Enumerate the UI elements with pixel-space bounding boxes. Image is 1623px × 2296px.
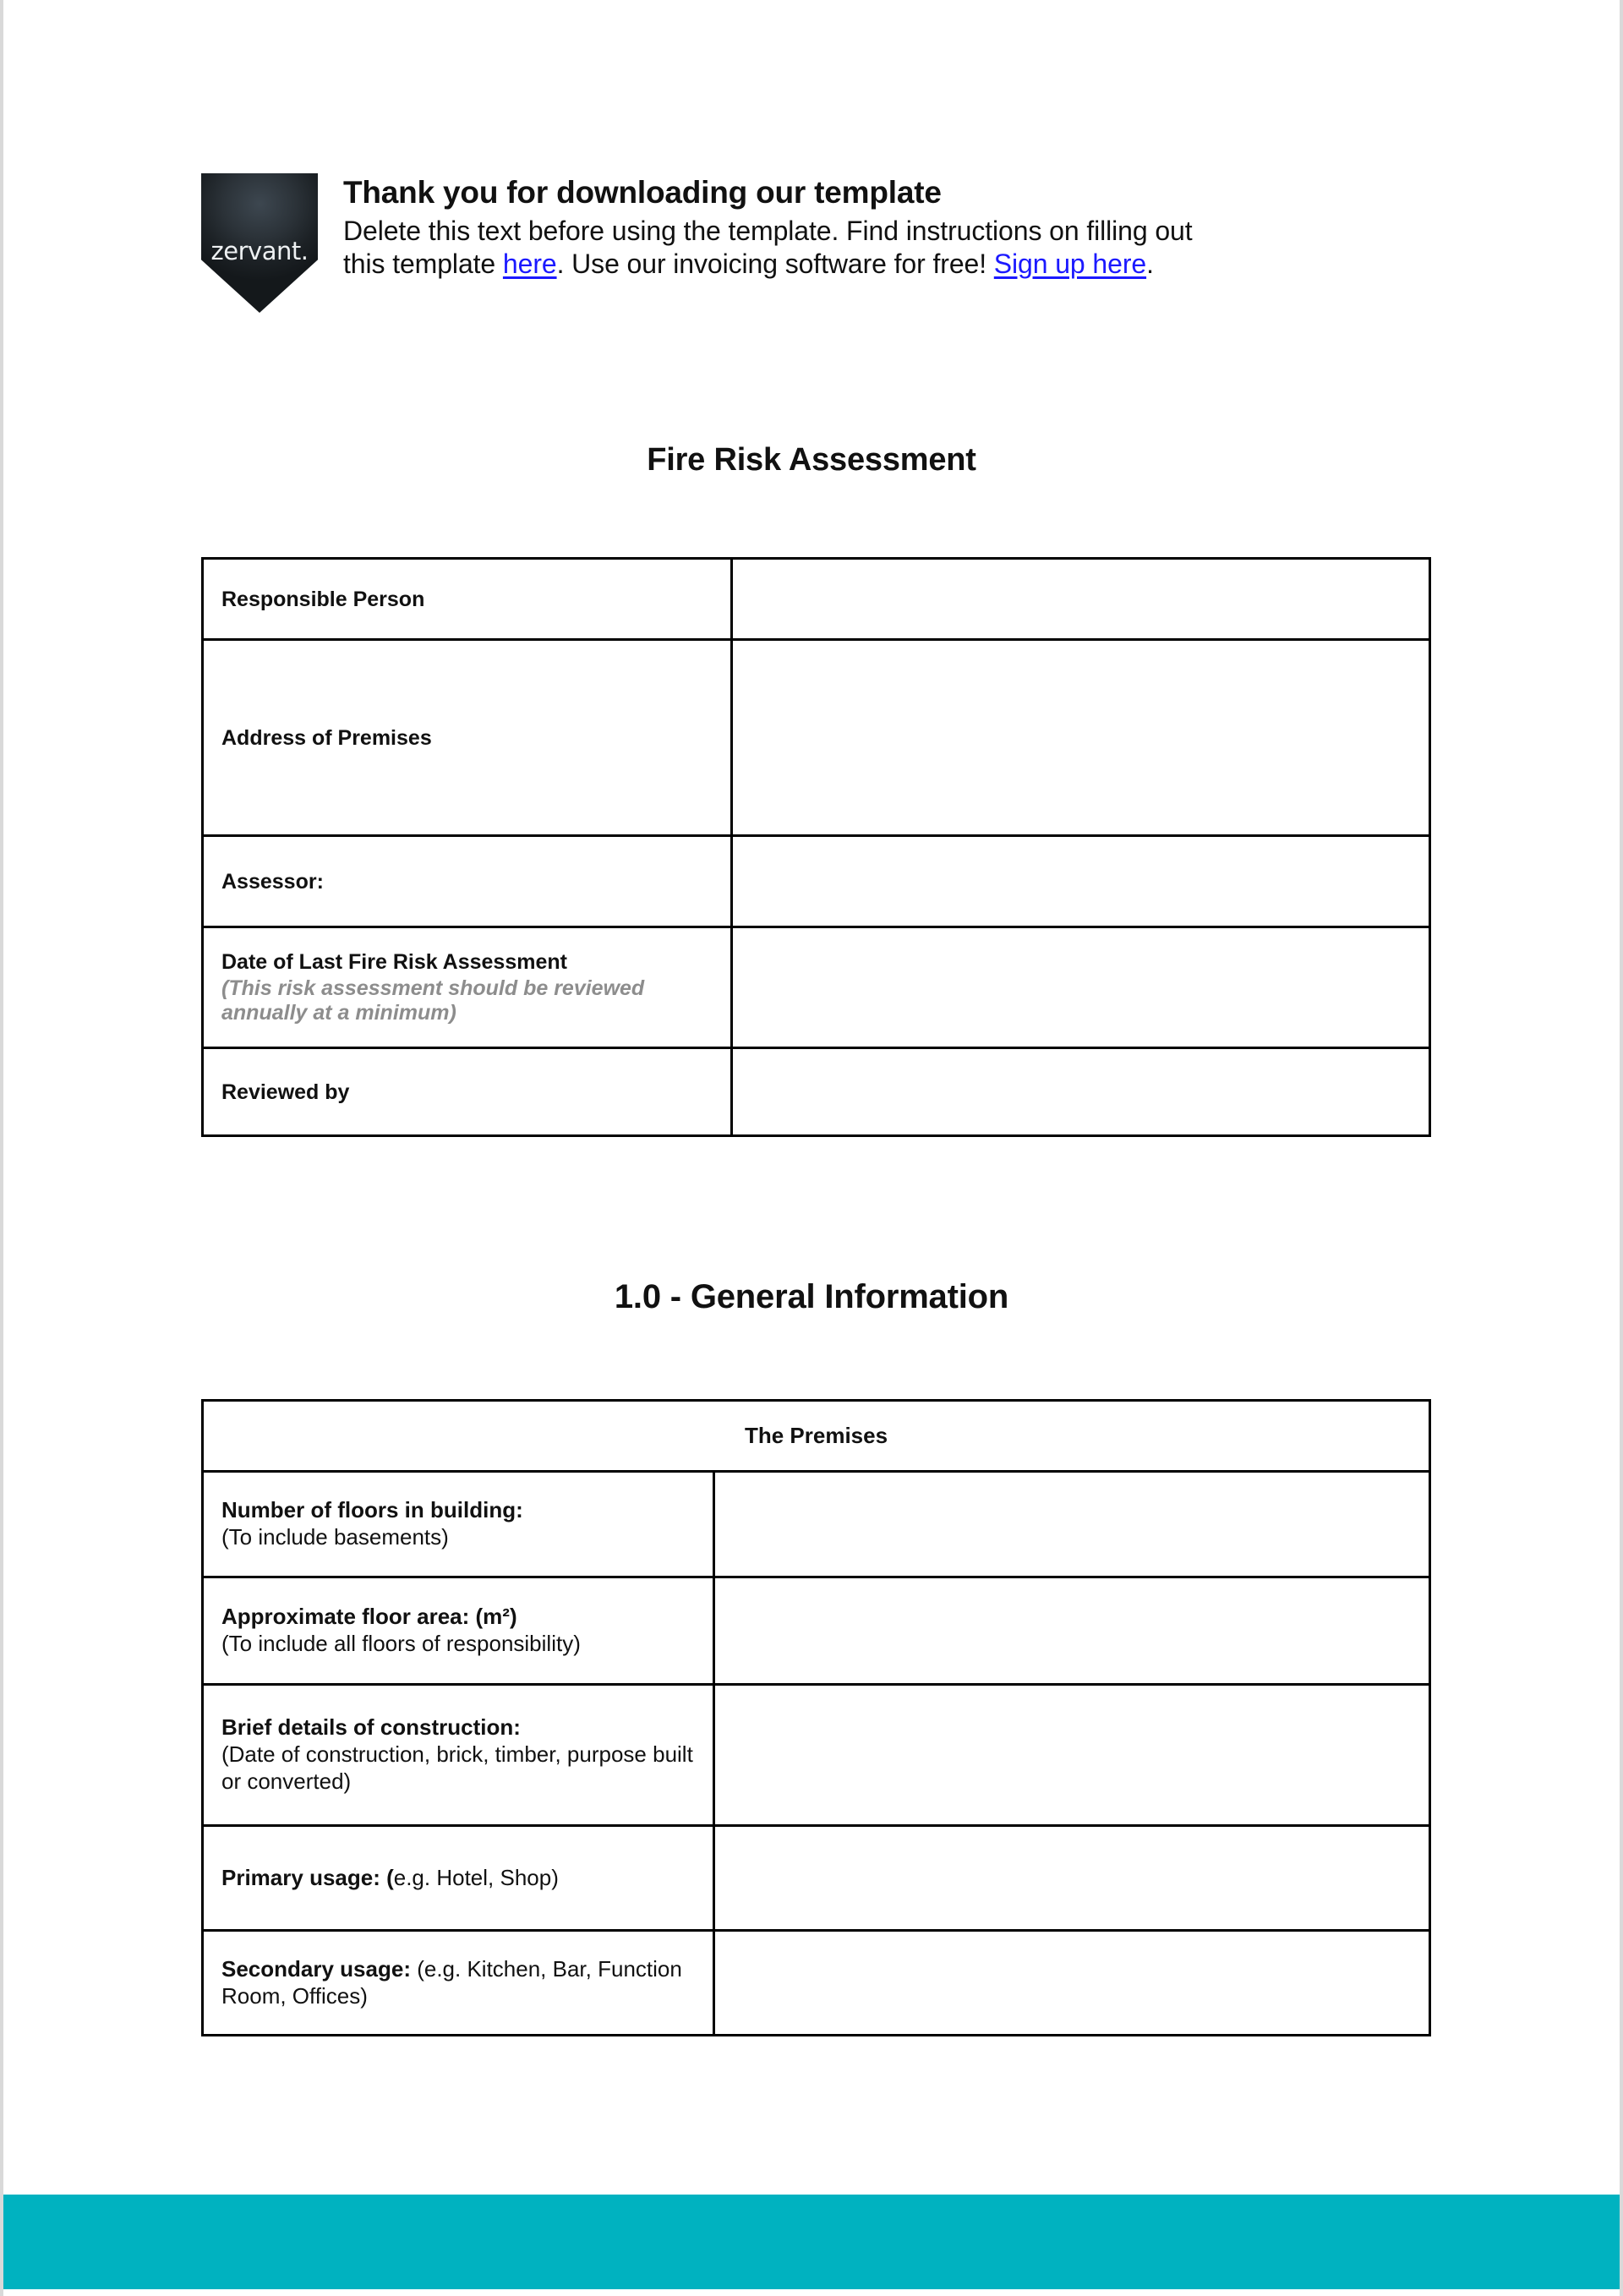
row-label-responsible-person: Responsible Person	[201, 557, 733, 641]
row-value-secondary-usage[interactable]	[713, 1929, 1431, 2036]
row-value-assessor[interactable]	[730, 834, 1431, 928]
row-label-address-of-premises: Address of Premises	[201, 638, 733, 837]
table-row: Primary usage: (e.g. Hotel, Shop)	[201, 1824, 1431, 1932]
promo-body: Delete this text before using the templa…	[343, 215, 1402, 279]
instructions-link[interactable]: here	[503, 249, 557, 279]
row-label-assessor: Assessor:	[201, 834, 733, 928]
row-value-responsible-person[interactable]	[730, 557, 1431, 641]
premises-table-header: The Premises	[201, 1399, 1431, 1473]
row-label-note: (This risk assessment should be reviewed…	[221, 976, 645, 1025]
section-heading-general-information: 1.0 - General Information	[614, 1278, 1009, 1315]
assessment-details-table: Responsible Person Address of Premises A…	[201, 557, 1431, 1137]
page-title: Fire Risk Assessment	[647, 442, 976, 478]
zervant-logo: zervant.	[201, 173, 318, 313]
row-value-address-of-premises[interactable]	[730, 638, 1431, 837]
row-label-secondary-usage: Secondary usage: (e.g. Kitchen, Bar, Fun…	[201, 1929, 715, 2036]
promo-line-2-suffix: .	[1146, 248, 1154, 279]
row-value-primary-usage[interactable]	[713, 1824, 1431, 1932]
row-label-bold: Number of floors in building:	[221, 1497, 523, 1523]
row-label-approximate-floor-area: Approximate floor area: (m²) (To include …	[201, 1576, 715, 1686]
row-label-reviewed-by: Reviewed by	[201, 1047, 733, 1137]
logo-text: zervant	[210, 237, 302, 266]
row-label-date-of-last-assessment: Date of Last Fire Risk Assessment (This …	[201, 926, 733, 1049]
row-value-approximate-floor-area[interactable]	[713, 1576, 1431, 1686]
row-value-number-of-floors[interactable]	[713, 1470, 1431, 1578]
row-label-detail: (To include basements)	[221, 1524, 449, 1550]
promo-line-2-middle: . Use our invoicing software for free!	[556, 248, 994, 279]
row-label-brief-details-of-construction: Brief details of construction: (Date of c…	[201, 1683, 715, 1827]
row-label-bold: Secondary usage:	[221, 1955, 411, 1982]
logo-wordmark: zervant.	[201, 237, 318, 265]
table-row: Responsible Person	[201, 557, 1431, 641]
sign-up-link[interactable]: Sign up here	[994, 249, 1146, 279]
row-label-detail: (Date of construction, brick, timber, pu…	[221, 1741, 693, 1794]
row-label-primary-usage: Primary usage: (e.g. Hotel, Shop)	[201, 1824, 715, 1932]
row-label-bold: Primary usage: (	[221, 1864, 394, 1890]
row-label-bold: Brief details of construction:	[221, 1714, 521, 1741]
table-row: Date of Last Fire Risk Assessment (This …	[201, 926, 1431, 1049]
document-page: zervant. Thank you for downloading our t…	[3, 0, 1620, 2296]
template-promo-banner: zervant. Thank you for downloading our t…	[201, 173, 1402, 313]
logo-dot: .	[300, 237, 309, 266]
promo-line-2-prefix: this template	[343, 248, 503, 279]
row-value-reviewed-by[interactable]	[730, 1047, 1431, 1137]
table-row: Secondary usage: (e.g. Kitchen, Bar, Fun…	[201, 1929, 1431, 2036]
row-label-text: Date of Last Fire Risk Assessment	[221, 950, 567, 974]
premises-table: The Premises Number of floors in buildin…	[201, 1399, 1431, 2036]
table-row: Reviewed by	[201, 1047, 1431, 1137]
table-row: Assessor:	[201, 834, 1431, 928]
footer-accent-bar	[3, 2195, 1620, 2289]
row-label-detail: e.g. Hotel, Shop)	[393, 1864, 559, 1890]
table-row: Brief details of construction: (Date of c…	[201, 1683, 1431, 1827]
promo-line-1: Delete this text before using the templa…	[343, 216, 1193, 247]
row-label-bold: Approximate floor area: (m²)	[221, 1604, 517, 1630]
table-row: Address of Premises	[201, 638, 1431, 837]
row-label-number-of-floors: Number of floors in building: (To include…	[201, 1470, 715, 1578]
table-row: Approximate floor area: (m²) (To include …	[201, 1576, 1431, 1686]
table-header-row: The Premises	[201, 1399, 1431, 1473]
row-value-brief-details-of-construction[interactable]	[713, 1683, 1431, 1827]
table-row: Number of floors in building: (To include…	[201, 1470, 1431, 1578]
row-value-date-of-last-assessment[interactable]	[730, 926, 1431, 1049]
promo-text-block: Thank you for downloading our template D…	[343, 173, 1402, 280]
row-label-detail: (To include all floors of responsibility…	[221, 1631, 581, 1656]
promo-title: Thank you for downloading our template	[343, 175, 942, 210]
